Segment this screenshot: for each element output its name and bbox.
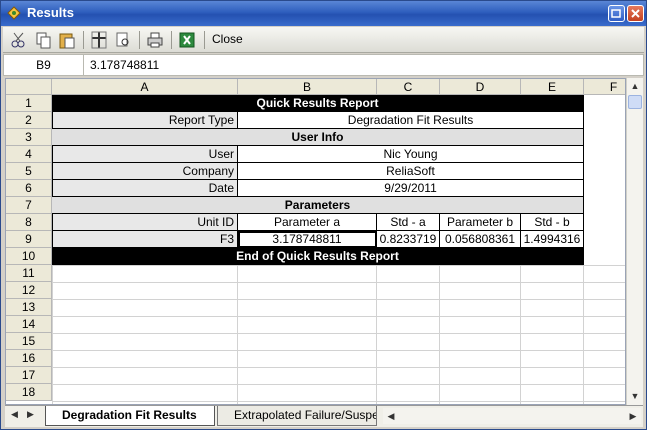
column-header[interactable]: A [52, 79, 238, 95]
row-header[interactable]: 15 [6, 333, 52, 350]
window-title: Results [27, 5, 74, 20]
std-b-value[interactable]: 1.4994316 [521, 231, 584, 248]
title-bar: Results [1, 1, 646, 26]
row-header[interactable]: 2 [6, 112, 52, 129]
scroll-up-icon[interactable]: ▲ [627, 78, 643, 94]
column-header[interactable]: C [377, 79, 440, 95]
param-header-a[interactable]: Parameter a [238, 214, 377, 231]
row-header[interactable]: 4 [6, 146, 52, 163]
toolbar-separator [204, 31, 205, 49]
row-header[interactable]: 17 [6, 367, 52, 384]
row-header[interactable]: 11 [6, 265, 52, 282]
close-button[interactable]: Close [212, 32, 243, 46]
spreadsheet-grid[interactable]: A B C D E F 1 2 3 4 5 6 7 8 9 10 11 12 1… [5, 78, 626, 405]
row-header[interactable]: 1 [6, 95, 52, 112]
print-icon[interactable] [145, 30, 165, 50]
row-header[interactable]: 7 [6, 197, 52, 214]
tab-extrapolated-failure[interactable]: Extrapolated Failure/Susper [217, 406, 377, 426]
scroll-right-icon[interactable]: ▶ [625, 408, 641, 424]
col-divider [376, 265, 377, 404]
cut-icon[interactable] [9, 30, 29, 50]
column-header[interactable]: E [521, 79, 584, 95]
col-divider [583, 265, 584, 404]
toolbar: Close [3, 27, 644, 53]
horizontal-scrollbar[interactable]: ◀ ▶ [383, 408, 641, 424]
row-header[interactable]: 13 [6, 299, 52, 316]
param-header-std-a[interactable]: Std - a [377, 214, 440, 231]
row-header[interactable]: 10 [6, 248, 52, 265]
company-label[interactable]: Company [52, 163, 238, 180]
col-divider [237, 265, 238, 404]
report-footer-cell[interactable]: End of Quick Results Report [52, 248, 584, 265]
formula-bar: B9 3.178748811 [3, 54, 644, 76]
corner-header[interactable] [6, 79, 52, 95]
row-header[interactable]: 16 [6, 350, 52, 367]
column-header[interactable]: B [238, 79, 377, 95]
user-label[interactable]: User [52, 146, 238, 163]
tab-prev-icon[interactable]: ◀ [11, 409, 18, 420]
toolbar-separator [139, 31, 140, 49]
param-header-b[interactable]: Parameter b [440, 214, 521, 231]
results-window: Results Close B9 3.178748811 A B C D E F [0, 0, 647, 430]
report-title-cell[interactable]: Quick Results Report [52, 95, 584, 112]
vertical-scrollbar[interactable]: ▲ ▼ [626, 78, 643, 405]
excel-export-icon[interactable] [177, 30, 197, 50]
toolbar-separator [171, 31, 172, 49]
cell-reference-box[interactable]: B9 [4, 55, 84, 75]
date-label[interactable]: Date [52, 180, 238, 197]
report-type-label[interactable]: Report Type [52, 112, 238, 129]
param-header-std-b[interactable]: Std - b [521, 214, 584, 231]
row-header[interactable]: 8 [6, 214, 52, 231]
date-value[interactable]: 9/29/2011 [238, 180, 584, 197]
row-header[interactable]: 9 [6, 231, 52, 248]
col-divider [520, 265, 521, 404]
row-header[interactable]: 3 [6, 129, 52, 146]
row-header[interactable]: 14 [6, 316, 52, 333]
tab-next-icon[interactable]: ▶ [27, 409, 34, 420]
copy-icon[interactable] [33, 30, 53, 50]
toolbar-separator [83, 31, 84, 49]
std-a-value[interactable]: 0.8233719 [377, 231, 440, 248]
print-preview-icon[interactable] [113, 30, 133, 50]
unit-id-value[interactable]: F3 [52, 231, 238, 248]
sheet-tabs-bar: ◀ ▶ Degradation Fit Results Extrapolated… [5, 405, 643, 427]
scroll-left-icon[interactable]: ◀ [383, 408, 399, 424]
restore-button[interactable] [608, 5, 625, 22]
parameters-header[interactable]: Parameters [52, 197, 584, 214]
param-header-unit-id[interactable]: Unit ID [52, 214, 238, 231]
column-header[interactable]: F [584, 79, 625, 95]
empty-cells[interactable] [52, 265, 625, 404]
scroll-thumb[interactable] [628, 95, 642, 109]
parameter-b-value[interactable]: 0.056808361 [440, 231, 521, 248]
paste-icon[interactable] [57, 30, 77, 50]
column-header[interactable]: D [440, 79, 521, 95]
formula-input[interactable]: 3.178748811 [90, 55, 159, 75]
app-icon [7, 6, 21, 20]
freeze-panes-icon[interactable] [89, 30, 109, 50]
company-value[interactable]: ReliaSoft [238, 163, 584, 180]
row-header[interactable]: 5 [6, 163, 52, 180]
tab-degradation-fit-results[interactable]: Degradation Fit Results [45, 406, 215, 426]
user-value[interactable]: Nic Young [238, 146, 584, 163]
row-header[interactable]: 12 [6, 282, 52, 299]
parameter-a-value[interactable]: 3.178748811 [238, 231, 377, 248]
user-info-header[interactable]: User Info [52, 129, 584, 146]
col-divider [439, 265, 440, 404]
row-header[interactable]: 18 [6, 384, 52, 401]
row-header[interactable]: 6 [6, 180, 52, 197]
window-close-button[interactable] [627, 5, 644, 22]
scroll-down-icon[interactable]: ▼ [627, 388, 643, 404]
restore-icon [611, 9, 621, 18]
report-type-value[interactable]: Degradation Fit Results [238, 112, 584, 129]
close-icon [631, 9, 640, 18]
